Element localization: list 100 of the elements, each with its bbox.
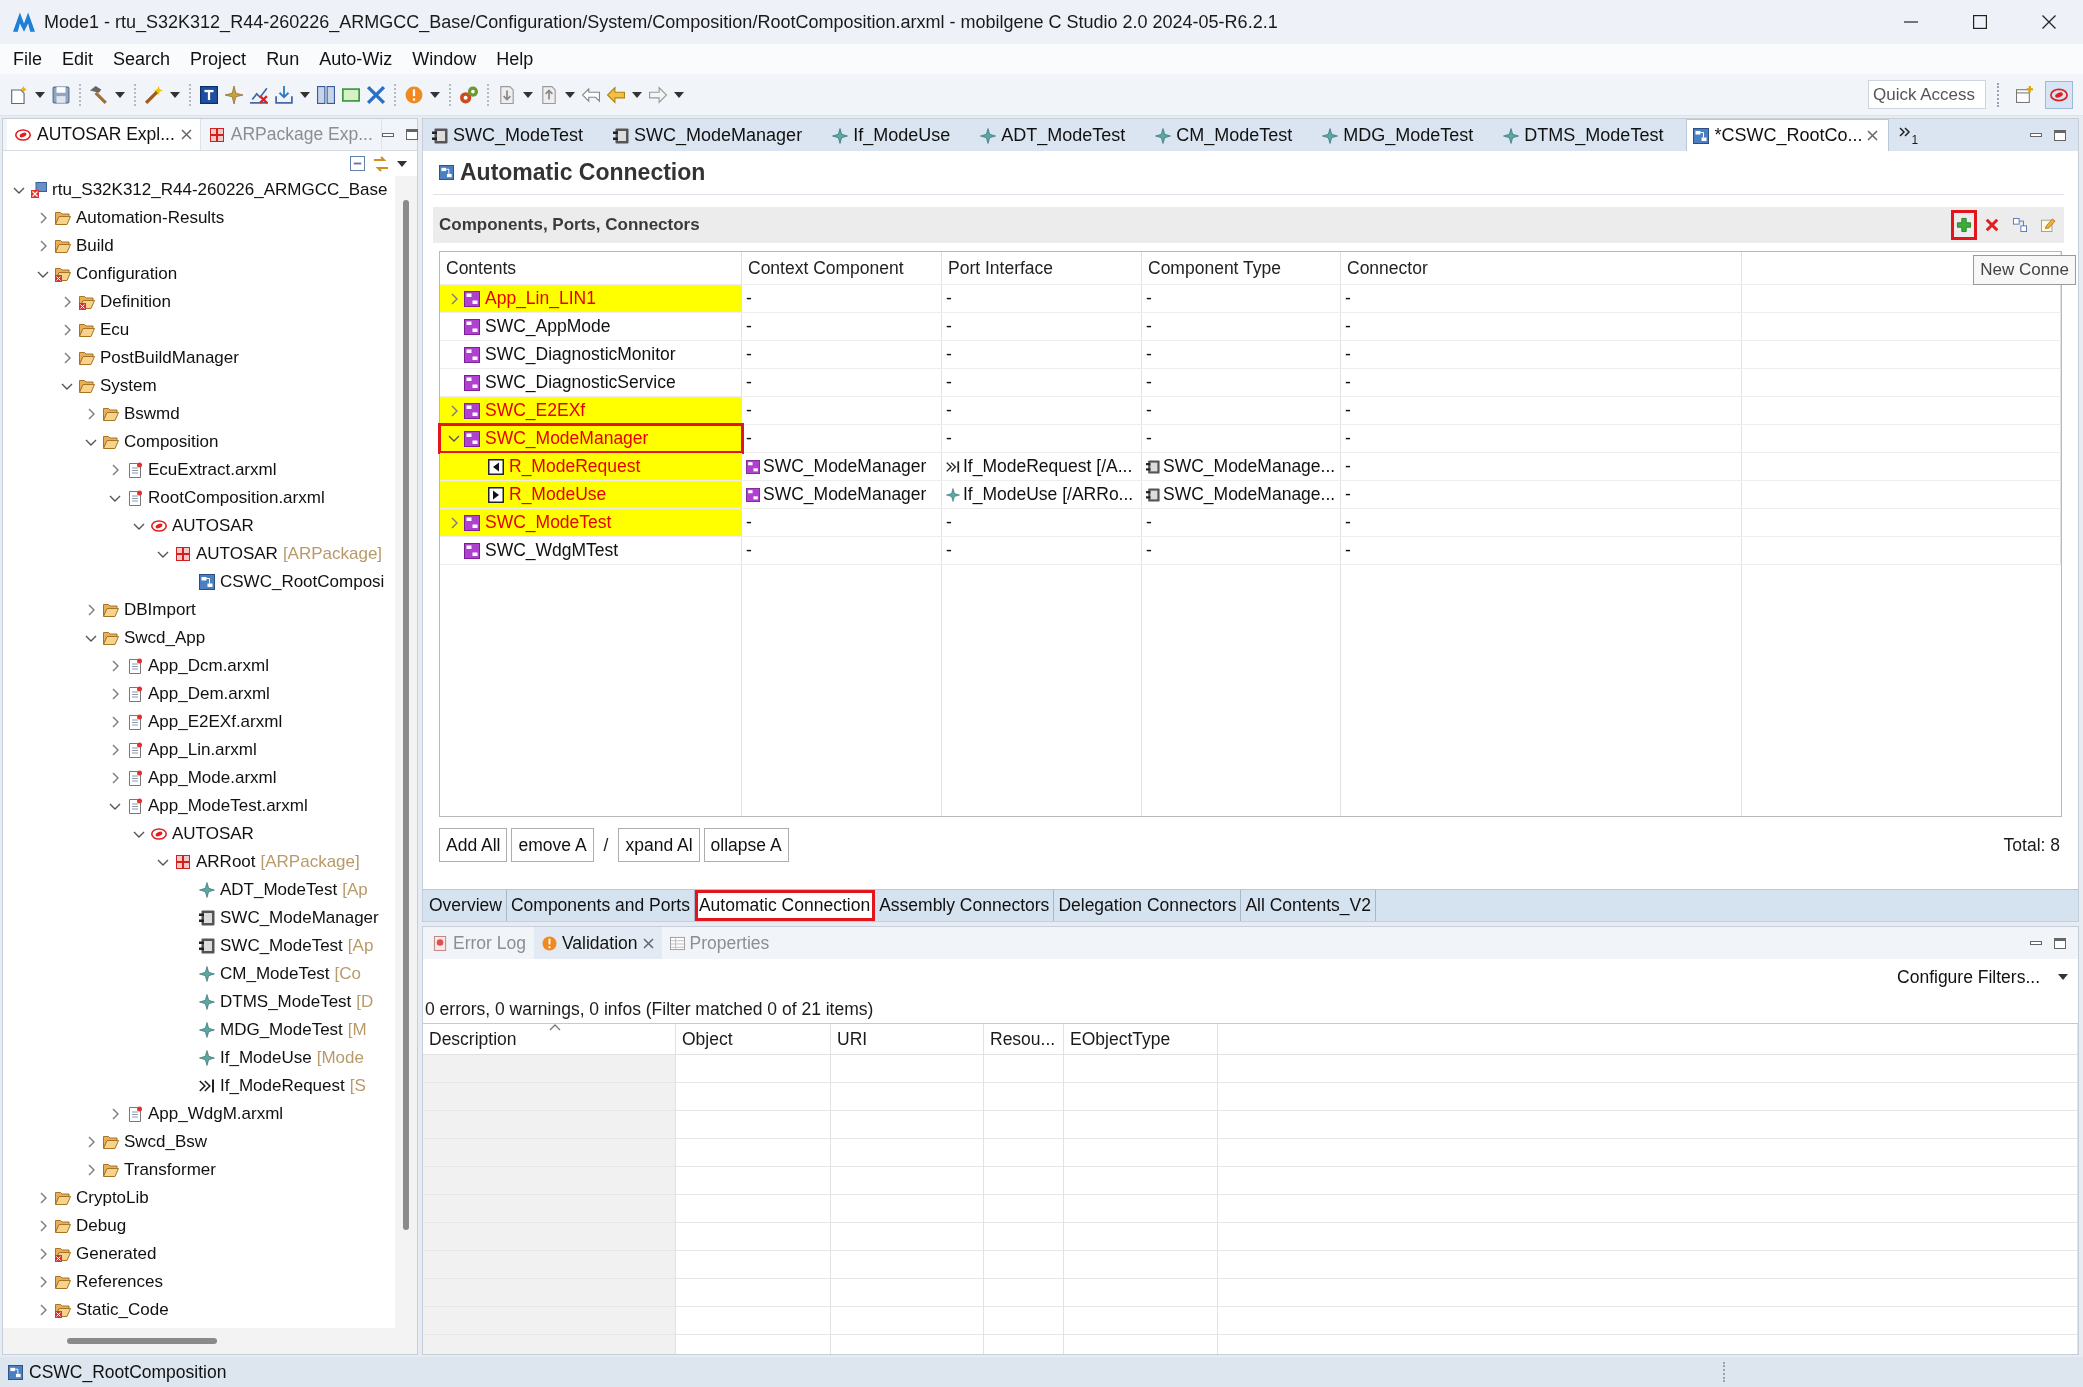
- column-header[interactable]: Contents: [440, 252, 742, 284]
- chevron-right-icon[interactable]: [111, 1108, 119, 1120]
- tree-item[interactable]: If_ModeUse: [220, 1048, 312, 1068]
- chevron-right-icon[interactable]: [87, 408, 95, 420]
- column-header[interactable]: Port Interface: [942, 252, 1142, 284]
- tree-item[interactable]: PostBuildManager: [100, 348, 239, 368]
- dropdown-caret-icon[interactable]: [2058, 974, 2068, 980]
- tree-item[interactable]: CryptoLib: [76, 1188, 149, 1208]
- page-tab[interactable]: Assembly Connectors: [875, 890, 1055, 921]
- scrollbar-thumb[interactable]: [67, 1338, 217, 1344]
- editor-tab[interactable]: MDG_ModeTest: [1315, 119, 1497, 151]
- configure-filters-link[interactable]: Configure Filters...: [1897, 966, 2040, 988]
- maximize-icon[interactable]: [2054, 937, 2066, 949]
- alert-icon[interactable]: [405, 85, 423, 104]
- action-button[interactable]: xpand Al: [618, 828, 700, 862]
- tree-item[interactable]: AUTOSAR: [196, 544, 278, 564]
- close-icon[interactable]: [1867, 130, 1879, 141]
- item-name[interactable]: SWC_ModeManager: [485, 428, 649, 449]
- column-header[interactable]: Connector: [1341, 252, 1742, 284]
- chevron-right-icon[interactable]: [111, 660, 119, 672]
- hammer-icon[interactable]: [90, 85, 108, 104]
- tree-item[interactable]: Static_Code: [76, 1300, 169, 1320]
- item-name[interactable]: R_ModeUse: [509, 484, 607, 505]
- editor-tab[interactable]: SWC_ModeManager: [606, 119, 826, 151]
- tree-item[interactable]: Build: [76, 236, 114, 256]
- tree-item[interactable]: CSWC_RootComposi: [220, 572, 385, 592]
- column-header[interactable]: EObjectType: [1064, 1024, 1218, 1054]
- dropdown-caret-icon[interactable]: [632, 91, 642, 98]
- tree-item[interactable]: DBImport: [124, 600, 196, 620]
- tree-item[interactable]: App_Mode.arxml: [148, 768, 277, 788]
- tree-item[interactable]: Bswmd: [124, 404, 180, 424]
- tree-item[interactable]: SWC_ModeManager: [220, 908, 379, 928]
- chevron-down-icon[interactable]: [133, 522, 145, 530]
- tree-item[interactable]: App_Dem.arxml: [148, 684, 270, 704]
- chevron-right-icon[interactable]: [111, 716, 119, 728]
- chevron-down-icon[interactable]: [157, 858, 169, 866]
- chevron-right-icon[interactable]: [450, 292, 458, 305]
- tree-item[interactable]: EcuExtract.arxml: [148, 460, 277, 480]
- item-name[interactable]: SWC_DiagnosticService: [485, 372, 676, 393]
- import-icon[interactable]: [275, 85, 293, 104]
- chevron-right-icon[interactable]: [111, 744, 119, 756]
- chevron-right-icon[interactable]: [87, 1136, 95, 1148]
- dropdown-caret-icon[interactable]: [300, 91, 310, 98]
- editor-tab[interactable]: *CSWC_RootCo...: [1686, 119, 1890, 151]
- double-chevron-icon[interactable]: [1899, 127, 1911, 137]
- save-icon[interactable]: [52, 85, 70, 104]
- tree-item[interactable]: References: [76, 1272, 163, 1292]
- menu-item[interactable]: Search: [103, 48, 181, 70]
- tree-item[interactable]: SWC_ModeTest: [220, 936, 343, 956]
- editor-tab[interactable]: If_ModeUse: [825, 119, 974, 151]
- chevron-down-icon[interactable]: [157, 550, 169, 558]
- tree-item[interactable]: App_E2EXf.arxml: [148, 712, 283, 732]
- minimize-icon[interactable]: [2030, 133, 2042, 137]
- minimize-icon[interactable]: [2030, 941, 2042, 945]
- dropdown-caret-icon[interactable]: [115, 91, 125, 98]
- dropdown-caret-icon[interactable]: [397, 160, 407, 167]
- chevron-right-icon[interactable]: [63, 352, 71, 364]
- right-arrow-icon[interactable]: [649, 85, 667, 104]
- page-tab[interactable]: Overview: [425, 890, 507, 921]
- page-tab[interactable]: All Contents_V2: [1241, 890, 1376, 921]
- chevron-down-icon[interactable]: [61, 382, 73, 390]
- tree-item[interactable]: AUTOSAR: [172, 516, 254, 536]
- item-name[interactable]: SWC_DiagnosticMonitor: [485, 344, 676, 365]
- sparkle-icon[interactable]: [225, 85, 243, 104]
- page-tab[interactable]: Automatic Connection: [694, 890, 876, 921]
- chevron-down-icon[interactable]: [37, 270, 49, 278]
- tree-item[interactable]: DTMS_ModeTest: [220, 992, 352, 1012]
- chevron-right-icon[interactable]: [111, 688, 119, 700]
- minimize-icon[interactable]: [381, 132, 394, 137]
- download-icon[interactable]: [498, 85, 516, 104]
- columns-icon[interactable]: [317, 85, 335, 104]
- chevron-right-icon[interactable]: [39, 1304, 47, 1316]
- column-header[interactable]: Component Type: [1142, 252, 1341, 284]
- chevron-right-icon[interactable]: [111, 464, 119, 476]
- tree-item[interactable]: Configuration: [76, 264, 178, 284]
- maximize-icon[interactable]: [405, 129, 418, 140]
- chevron-down-icon[interactable]: [133, 830, 145, 838]
- chevron-right-icon[interactable]: [87, 1164, 95, 1176]
- view-tab[interactable]: AUTOSAR Expl...: [7, 119, 201, 150]
- menu-item[interactable]: File: [3, 48, 52, 70]
- chevron-down-icon[interactable]: [13, 186, 25, 194]
- column-header[interactable]: URI: [831, 1024, 984, 1054]
- page-tab[interactable]: Delegation Connectors: [1054, 890, 1242, 921]
- close-icon[interactable]: [180, 129, 192, 140]
- tree-item[interactable]: ARRoot: [196, 852, 256, 872]
- item-name[interactable]: R_ModeRequest: [509, 456, 641, 477]
- menu-item[interactable]: Help: [486, 48, 544, 70]
- chevron-right-icon[interactable]: [63, 324, 71, 336]
- tree-item[interactable]: AUTOSAR: [172, 824, 254, 844]
- dropdown-caret-icon[interactable]: [430, 91, 440, 98]
- tree-item[interactable]: rtu_S32K312_R44-260226_ARMGCC_Base: [52, 180, 388, 200]
- column-header[interactable]: Resou...: [984, 1024, 1064, 1054]
- chevron-right-icon[interactable]: [450, 404, 458, 417]
- perspective-button[interactable]: [2045, 80, 2073, 109]
- tree-item[interactable]: Composition: [124, 432, 219, 452]
- menu-item[interactable]: Auto-Wiz: [309, 48, 403, 70]
- tree-item[interactable]: System: [100, 376, 157, 396]
- link-arrows-icon[interactable]: [373, 155, 389, 172]
- tree-item[interactable]: App_Dcm.arxml: [148, 656, 269, 676]
- menu-item[interactable]: Window: [402, 48, 487, 70]
